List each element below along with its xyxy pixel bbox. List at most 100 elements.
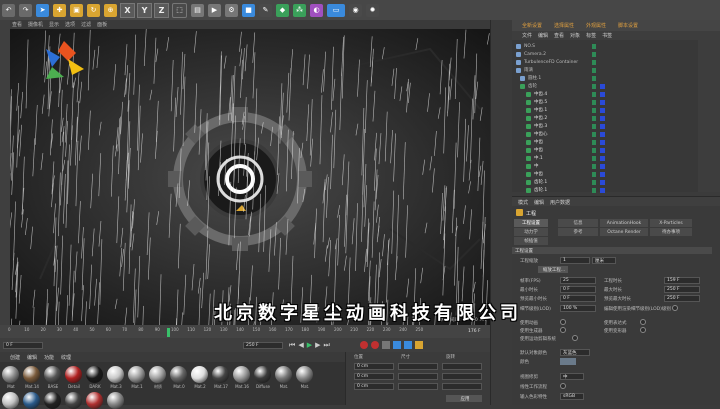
visibility-dots[interactable] (592, 68, 596, 73)
material-ball[interactable] (2, 366, 19, 383)
object-row[interactable]: 中.1 (512, 154, 712, 162)
subdivision-icon[interactable]: ◆ (276, 4, 289, 17)
render-settings-icon[interactable]: ⚙ (225, 4, 238, 17)
material-menu-item[interactable]: 功能 (44, 354, 54, 361)
attr-menu-item[interactable]: 编辑 (534, 199, 544, 206)
material-ball[interactable] (44, 392, 61, 409)
render-region-icon[interactable]: ▤ (191, 4, 204, 17)
object-row[interactable]: 雨滴 (512, 66, 702, 74)
material-tag-icon[interactable] (600, 116, 605, 121)
size-y-field[interactable] (398, 373, 438, 380)
object-row[interactable]: 齿轮 (512, 82, 706, 90)
keyframe-icon[interactable] (382, 341, 390, 349)
tab-animationhook[interactable]: AnimationHook (600, 219, 648, 227)
min-time-field[interactable]: 0 F (560, 286, 596, 293)
object-row[interactable]: 中齿心 (512, 130, 712, 138)
tab-info[interactable]: 信息 (558, 219, 598, 227)
obj-menu-item[interactable]: 标签 (586, 32, 596, 39)
viewport-menu-item[interactable]: 面板 (97, 21, 107, 28)
viewport-menu-item[interactable]: 显示 (49, 21, 59, 28)
visibility-dots[interactable] (592, 148, 596, 153)
viewport-menu-item[interactable]: 过滤 (81, 21, 91, 28)
use-motion-checkbox[interactable] (572, 335, 578, 341)
light-icon[interactable]: ✹ (366, 4, 379, 17)
object-row[interactable]: 中齿 (512, 138, 712, 146)
visibility-dots[interactable] (592, 92, 596, 97)
material-ball[interactable] (23, 392, 40, 409)
material-ball[interactable] (191, 366, 208, 383)
layout-item[interactable]: 全新设置 (522, 22, 542, 29)
rot-h-field[interactable] (442, 363, 482, 370)
object-row[interactable]: TurbulenceFD Container (512, 58, 702, 66)
material-tag-icon[interactable] (600, 132, 605, 137)
material-tag-icon[interactable] (600, 52, 605, 57)
layout-item[interactable]: 外观属性 (586, 22, 606, 29)
fps-field[interactable]: 25 (560, 277, 596, 284)
visibility-dots[interactable] (592, 84, 596, 89)
material-tag-icon[interactable] (600, 140, 605, 145)
object-row[interactable]: 中齿.3 (512, 122, 712, 130)
visibility-dots[interactable] (592, 140, 596, 145)
live-select-icon[interactable]: ➤ (36, 4, 49, 17)
material-ball[interactable] (296, 366, 313, 383)
visibility-dots[interactable] (592, 156, 596, 161)
record-icon[interactable] (360, 341, 368, 349)
frame-start-field[interactable]: 0 F (3, 342, 43, 349)
keyframe-pos-icon[interactable] (393, 341, 401, 349)
material-tag-icon[interactable] (600, 44, 605, 49)
obj-menu-item[interactable]: 书签 (602, 32, 612, 39)
tab-dynamics[interactable]: 动力学 (514, 228, 548, 236)
obj-menu-item[interactable]: 对象 (570, 32, 580, 39)
use-deform-checkbox[interactable] (640, 327, 646, 333)
next-frame-icon[interactable]: ▶ (315, 341, 320, 349)
visibility-dots[interactable] (592, 188, 596, 193)
material-tag-icon[interactable] (600, 164, 605, 169)
obj-menu-item[interactable]: 编辑 (538, 32, 548, 39)
visibility-dots[interactable] (592, 76, 596, 81)
layout-item[interactable]: 脚本设置 (618, 22, 638, 29)
visibility-dots[interactable] (592, 44, 596, 49)
use-gen-checkbox[interactable] (560, 327, 566, 333)
object-row[interactable]: NO.S (512, 42, 702, 50)
x-axis-toggle[interactable]: X (120, 3, 135, 18)
material-ball[interactable] (86, 392, 103, 409)
tab-project-settings[interactable]: 工程设置 (514, 219, 548, 227)
visibility-dots[interactable] (592, 60, 596, 65)
cloner-icon[interactable]: ⁂ (293, 4, 306, 17)
material-tag-icon[interactable] (600, 180, 605, 185)
material-menu-item[interactable]: 创建 (10, 354, 20, 361)
material-tag-icon[interactable] (600, 108, 605, 113)
color-swatch[interactable] (560, 358, 576, 365)
visibility-dots[interactable] (592, 180, 596, 185)
3d-viewport[interactable]: 网格间距：10000 cm (10, 29, 490, 325)
object-row[interactable]: 齿轮.1 (512, 178, 712, 186)
object-row[interactable]: 中齿.5 (512, 98, 712, 106)
viewport-menu-item[interactable]: 摄像机 (28, 21, 43, 28)
visibility-dots[interactable] (592, 164, 596, 169)
size-z-field[interactable] (398, 383, 438, 390)
material-ball[interactable] (128, 366, 145, 383)
material-ball[interactable] (149, 366, 166, 383)
material-ball[interactable] (212, 366, 229, 383)
layout-item[interactable]: 选择属性 (554, 22, 574, 29)
object-row[interactable]: 齿轮.1 (512, 186, 712, 194)
material-tag-icon[interactable] (600, 100, 605, 105)
material-ball[interactable] (2, 392, 19, 409)
material-menu-item[interactable]: 纹理 (61, 354, 71, 361)
view-clip-select[interactable]: 中 (560, 373, 584, 380)
obj-menu-item[interactable]: 文件 (522, 32, 532, 39)
y-axis-toggle[interactable]: Y (137, 3, 152, 18)
scale-field[interactable]: 1 (560, 257, 590, 264)
material-ball[interactable] (170, 366, 187, 383)
keyframe-rot-icon[interactable] (404, 341, 412, 349)
obj-menu-item[interactable]: 查看 (554, 32, 564, 39)
apply-button[interactable]: 应用 (446, 395, 482, 402)
material-ball[interactable] (44, 366, 61, 383)
material-ball[interactable] (107, 392, 124, 409)
material-ball[interactable] (254, 366, 271, 383)
preview-max-field[interactable]: 250 F (664, 295, 700, 302)
size-x-field[interactable] (398, 363, 438, 370)
tab-octane[interactable]: Octane Render (600, 228, 648, 236)
object-row[interactable]: Camera.2 (512, 50, 702, 58)
input-color-select[interactable]: sRGB (560, 393, 584, 400)
